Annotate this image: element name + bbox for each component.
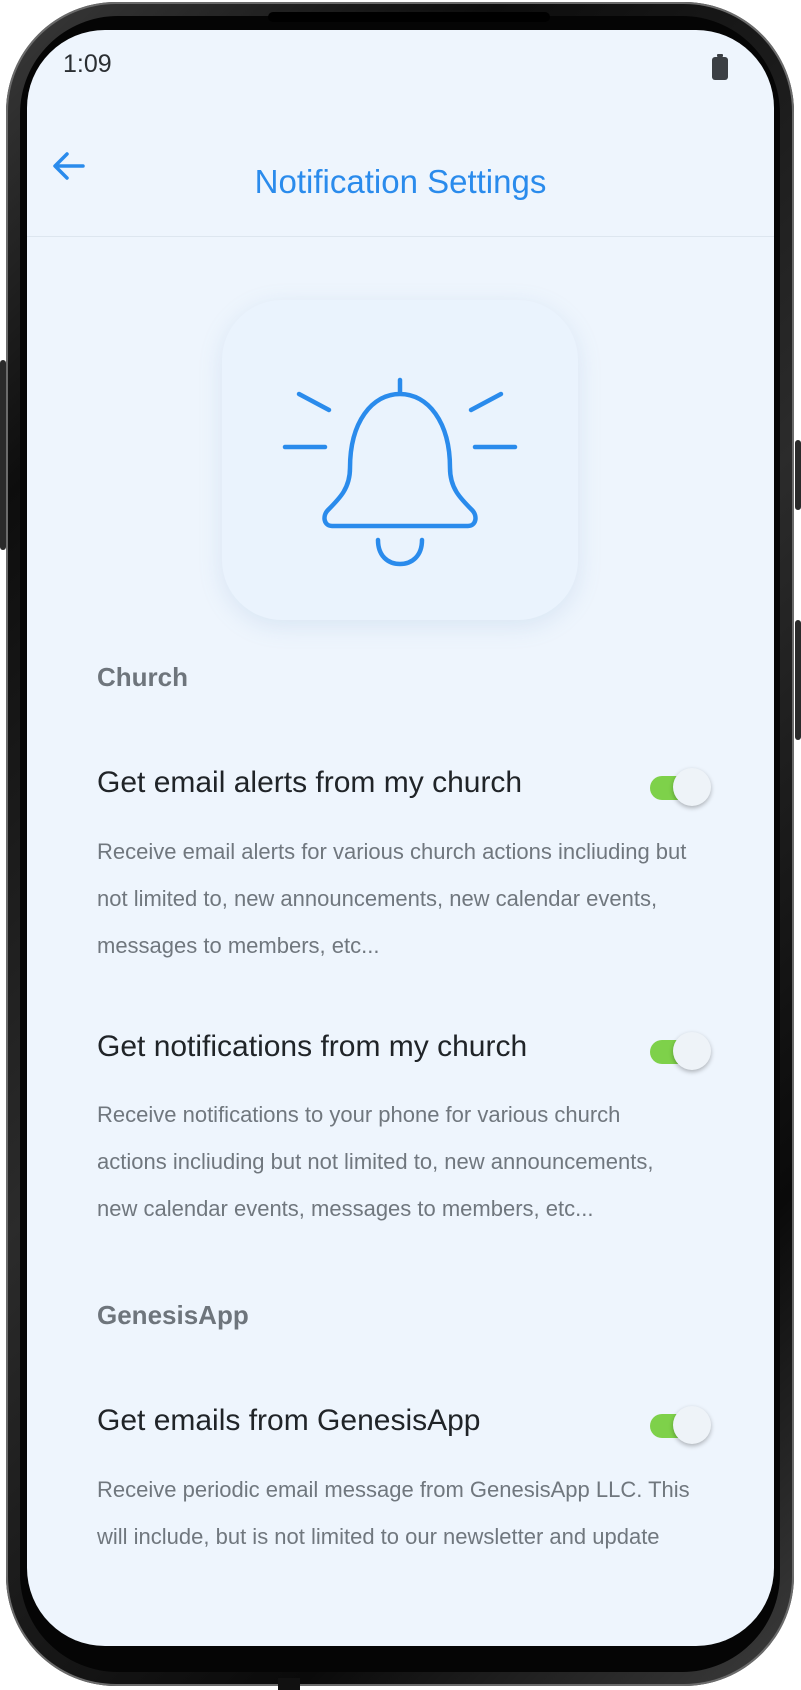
toggle-church-notifications[interactable] bbox=[650, 1028, 711, 1072]
setting-desc-church-email: Receive email alerts for various church … bbox=[97, 839, 687, 958]
setting-title-church-notifications: Get notifications from my church bbox=[97, 1030, 528, 1063]
toggle-knob bbox=[673, 1406, 711, 1444]
status-bar: 1:09 bbox=[27, 30, 774, 102]
battery-full-icon bbox=[712, 54, 728, 80]
setting-desc-church-notifications: Receive notifications to your phone for … bbox=[97, 1102, 654, 1221]
toggle-church-email[interactable] bbox=[650, 764, 711, 808]
speaker-notch bbox=[268, 12, 550, 22]
toggle-knob bbox=[673, 1032, 711, 1070]
toggle-knob bbox=[673, 768, 711, 806]
section-header-genesisapp: GenesisApp bbox=[97, 1300, 249, 1330]
setting-title-genesisapp-emails: Get emails from GenesisApp bbox=[97, 1404, 481, 1437]
hero-tile bbox=[222, 300, 578, 620]
side-button-right-lower bbox=[795, 620, 801, 740]
toggle-genesisapp-emails[interactable] bbox=[650, 1402, 711, 1446]
page-title: Notification Settings bbox=[254, 163, 547, 200]
app-bar: Notification Settings bbox=[27, 102, 774, 237]
bell-ringing-icon bbox=[282, 377, 518, 567]
side-button-right-upper bbox=[795, 440, 801, 510]
setting-title-church-email: Get email alerts from my church bbox=[97, 766, 523, 799]
phone-bottom-port bbox=[278, 1678, 300, 1690]
side-button-left bbox=[0, 360, 6, 550]
screen: 1:09 Notification Settings Church Get em… bbox=[27, 30, 774, 1646]
setting-desc-genesisapp-emails: Receive periodic email message from Gene… bbox=[97, 1477, 690, 1549]
status-time: 1:09 bbox=[63, 50, 112, 78]
section-header-church: Church bbox=[97, 662, 188, 692]
